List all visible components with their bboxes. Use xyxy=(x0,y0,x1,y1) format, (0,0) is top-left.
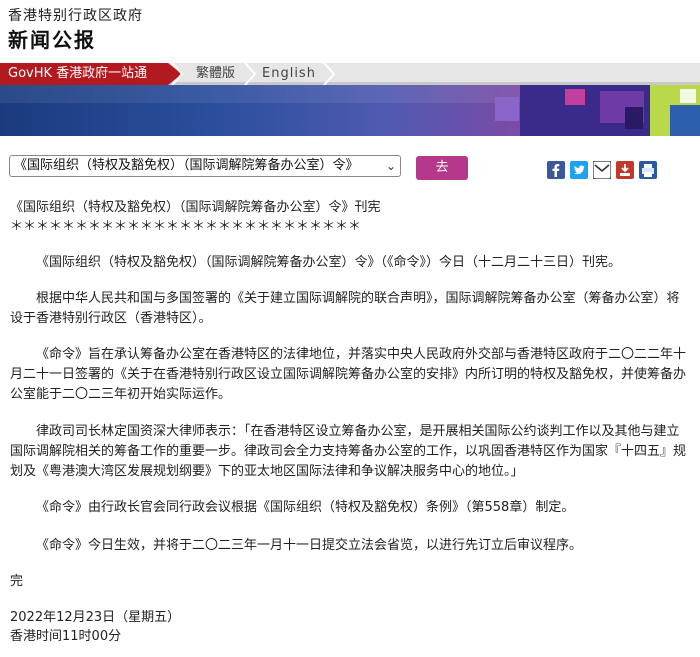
tab-english[interactable]: English xyxy=(262,63,316,85)
article-date: 2022年12月23日（星期五） xyxy=(10,610,181,625)
gov-name: 香港特别行政区政府 xyxy=(8,8,143,24)
header-banner xyxy=(0,85,700,136)
site-title[interactable]: 新闻公报 xyxy=(8,24,96,53)
facebook-icon[interactable] xyxy=(547,161,565,179)
language-tab-bar: GovHK 香港政府一站通 繁體版 English xyxy=(0,63,700,85)
article-end-mark: 完 xyxy=(10,574,24,589)
article-time: 香港时间11时00分 xyxy=(10,629,122,644)
press-release-select[interactable]: 《国际组织（特权及豁免权）（国际调解院筹备办公室）令》 ⌄ xyxy=(9,155,401,177)
tab-separator-icon xyxy=(171,63,184,85)
tab-traditional-chinese[interactable]: 繁體版 xyxy=(196,63,235,85)
go-button[interactable]: 去 xyxy=(416,156,468,180)
print-icon[interactable] xyxy=(639,161,657,179)
tab-govhk[interactable]: GovHK 香港政府一站通 xyxy=(0,63,182,85)
email-icon[interactable] xyxy=(593,161,611,179)
tab-separator-icon xyxy=(244,63,257,85)
article-paragraph: 根据中华人民共和国与多国签署的《关于建立国际调解院的联合声明》，国际调解院筹备办… xyxy=(10,291,680,326)
article-paragraph: 律政司司长林定国资深大律师表示：「在香港特区设立筹备办公室，是开展相关国际公约谈… xyxy=(10,424,687,479)
select-value: 《国际组织（特权及豁免权）（国际调解院筹备办公室）令》 xyxy=(14,158,359,173)
twitter-icon[interactable] xyxy=(570,161,588,179)
download-icon[interactable] xyxy=(616,161,634,179)
tab-separator-icon xyxy=(323,63,336,85)
article-paragraph: 《命令》旨在承认筹备办公室在香港特区的法律地位，并落实中央人民政府外交部与香港特… xyxy=(10,347,687,402)
article-paragraph: 《命令》今日生效，并将于二〇二三年一月十一日提交立法会省览，以进行先订立后审议程… xyxy=(36,538,583,553)
article-paragraph: 《命令》由行政长官会同行政会议根据《国际组织（特权及豁免权）条例》（第558章）… xyxy=(36,500,575,515)
chevron-down-icon: ⌄ xyxy=(385,159,396,173)
article-divider: ＊＊＊＊＊＊＊＊＊＊＊＊＊＊＊＊＊＊＊＊＊＊＊＊＊＊＊ xyxy=(10,219,362,234)
article-headline: 《国际组织（特权及豁免权）（国际调解院筹备办公室）令》刊宪 xyxy=(10,200,381,215)
article-paragraph: 《国际组织（特权及豁免权）（国际调解院筹备办公室）令》（《命令》）今日（十二月二… xyxy=(36,255,622,270)
